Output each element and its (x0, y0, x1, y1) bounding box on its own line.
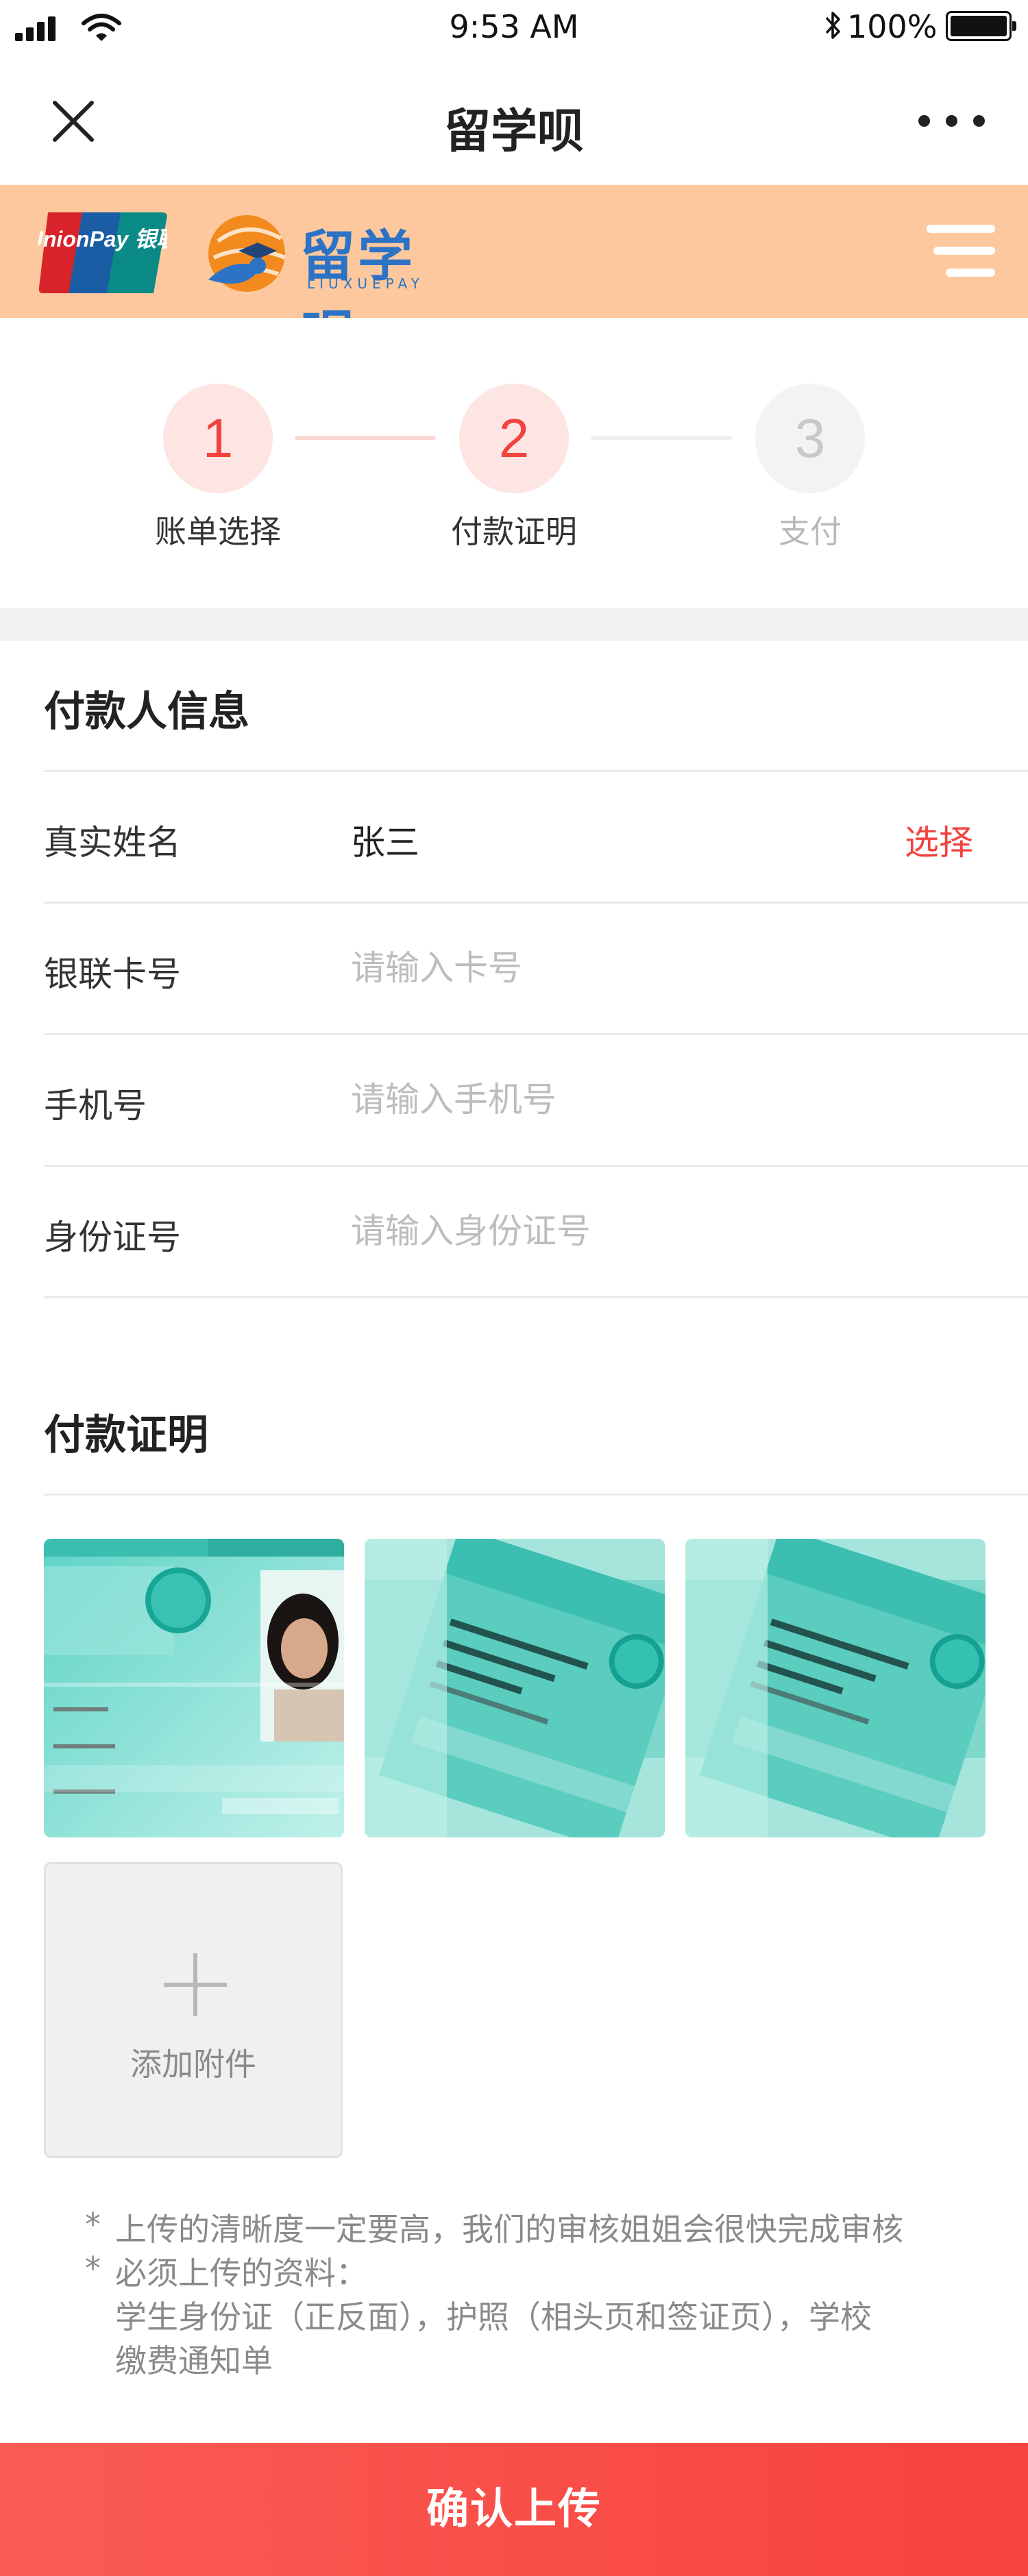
step-label: 付款证明 (451, 513, 577, 550)
status-bar: 9:53 AM 100% (0, 0, 1028, 58)
divider (44, 770, 1028, 772)
id-number-label: 身份证号 (44, 1217, 181, 1257)
divider (44, 902, 1028, 904)
phone-input[interactable] (351, 1076, 954, 1124)
brand-banner: UnionPay 银联 留学呗 LIUXUEPAY (0, 185, 1028, 368)
select-name-button[interactable]: 选择 (905, 815, 973, 865)
divider (44, 1165, 1028, 1167)
divider (44, 1296, 1028, 1298)
student-card-image (365, 1539, 665, 1837)
plus-icon (164, 1953, 227, 2016)
step-payment-proof: 2 付款证明 (439, 384, 589, 552)
page-title: 留学呗 (443, 105, 584, 159)
note-required-docs-cont: 缴费通知单 (115, 2342, 273, 2379)
step-label: 账单选择 (155, 513, 281, 550)
note-bullet: * (85, 2250, 101, 2287)
attachment-thumbnail[interactable] (44, 1539, 344, 1837)
progress-steps: 1 账单选择 2 付款证明 3 支付 (0, 318, 1028, 608)
confirm-upload-label: 确认上传 (426, 2486, 602, 2533)
note-required: 必须上传的资料： (115, 2255, 367, 2292)
more-icon[interactable] (918, 115, 987, 129)
add-attachment-button[interactable]: 添加附件 (44, 1862, 343, 2158)
payer-section-title: 付款人信息 (44, 688, 249, 736)
battery-icon (946, 11, 1016, 41)
id-number-input[interactable] (351, 1207, 954, 1255)
liuxuepay-logo: 留学呗 LIUXUEPAY (206, 208, 445, 368)
add-attachment-label: 添加附件 (130, 2046, 256, 2083)
brand-subtitle: LIUXUEPAY (307, 275, 424, 292)
card-number-label: 银联卡号 (44, 954, 181, 994)
student-card-image (685, 1539, 986, 1837)
step-payment: 3 支付 (735, 384, 885, 552)
step-number: 2 (459, 384, 569, 493)
note-clarity: 上传的清晰度一定要高，我们的审核姐姐会很快完成审核 (115, 2211, 903, 2248)
nav-bar: 留学呗 (0, 58, 1028, 185)
card-number-input[interactable] (351, 944, 954, 992)
unionpay-text: UnionPay 银联 (38, 227, 167, 251)
note-required-docs: 学生身份证（正反面），护照（相头页和签证页），学校 (115, 2299, 872, 2336)
unionpay-logo: UnionPay 银联 (38, 212, 167, 293)
step-connector (591, 436, 732, 440)
bluetooth-icon (825, 12, 840, 39)
real-name-label: 真实姓名 (44, 823, 181, 863)
section-divider (0, 608, 1028, 641)
step-connector (295, 436, 436, 440)
phone-label: 手机号 (44, 1086, 147, 1126)
divider (44, 1033, 1028, 1035)
attachment-thumbnail[interactable] (685, 1539, 986, 1837)
menu-icon[interactable] (927, 225, 995, 282)
student-card-image (44, 1539, 344, 1837)
real-name-value: 张三 (351, 823, 419, 863)
globe-icon (208, 215, 286, 292)
step-bill-selection: 1 账单选择 (143, 384, 293, 552)
confirm-upload-button[interactable]: 确认上传 (0, 2443, 1028, 2576)
attachment-thumbnail[interactable] (365, 1539, 665, 1837)
battery-percent: 100% (847, 8, 938, 45)
divider (44, 1494, 1028, 1496)
step-label: 支付 (779, 513, 842, 550)
step-number: 1 (163, 384, 273, 493)
proof-section-title: 付款证明 (44, 1411, 208, 1459)
step-number: 3 (755, 384, 865, 493)
note-bullet: * (85, 2206, 101, 2243)
